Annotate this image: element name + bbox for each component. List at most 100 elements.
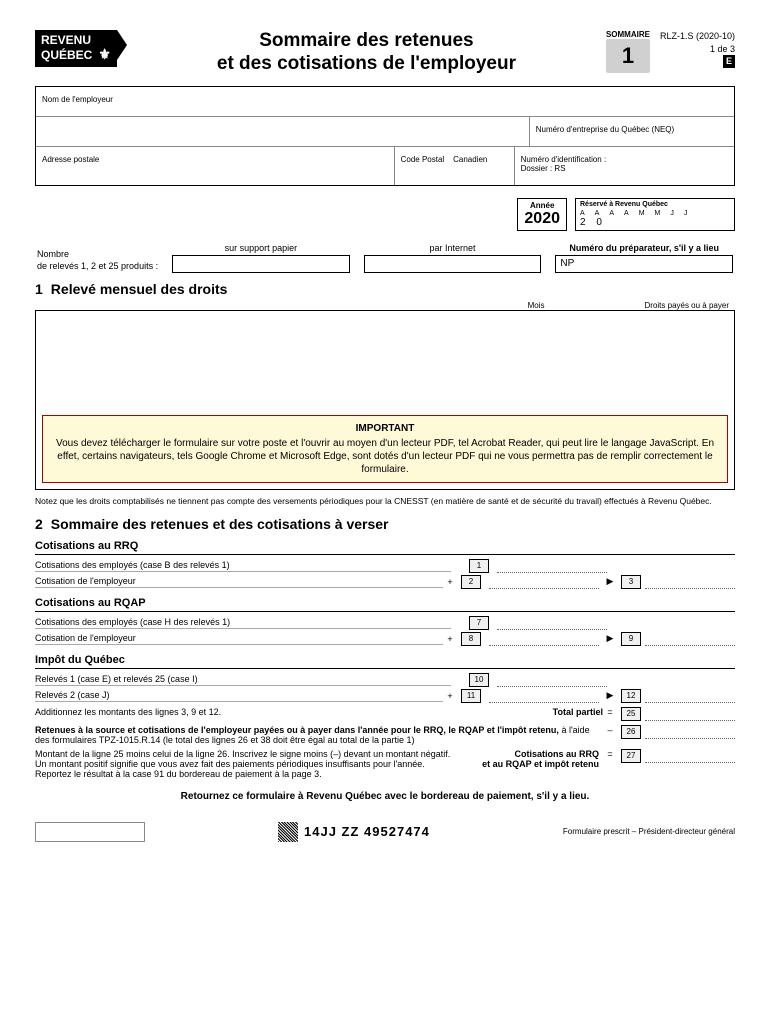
col-paid-label: Droits payés ou à payer: [645, 301, 730, 310]
line-7-desc: Cotisations des employés (case H des rel…: [35, 617, 451, 629]
line-12-box: 12: [621, 689, 641, 703]
section-1-heading: 1Relevé mensuel des droits: [35, 281, 735, 297]
preparer-group: Numéro du préparateur, s'il y a lieu NP: [555, 243, 733, 273]
internet-caption: par Internet: [364, 243, 542, 253]
reserved-cell: Réservé à Revenu Québec A A A A M M J J …: [575, 198, 735, 231]
releve-counts-row: Nombre de relevés 1, 2 et 25 produits : …: [35, 243, 735, 273]
important-text: Vous devez télécharger le formulaire sur…: [53, 437, 717, 476]
neq-label: Numéro d'entreprise du Québec (NEQ): [536, 125, 674, 134]
section-1-note: Notez que les droits comptabilisés ne ti…: [35, 496, 735, 506]
line-1-amount[interactable]: [497, 559, 607, 573]
section-2-number: 2: [35, 516, 43, 532]
line-27-amount[interactable]: [645, 749, 735, 763]
postal-label: Code Postal: [401, 155, 445, 164]
id-cell[interactable]: Numéro d'identification : Dossier : RS: [515, 147, 734, 185]
postal-cell[interactable]: Code Postal Canadien: [395, 147, 515, 185]
year-label: Année: [524, 201, 560, 210]
line-9-amount[interactable]: [645, 632, 735, 646]
return-instruction: Retournez ce formulaire à Revenu Québec …: [35, 791, 735, 802]
section-1-number: 1: [35, 281, 43, 297]
line-8-row: Cotisation de l'employeur + 8 ▶ 9: [35, 632, 735, 646]
line-3-amount[interactable]: [645, 575, 735, 589]
line-add-desc: Additionnez les montants des lignes 3, 9…: [35, 707, 221, 717]
sommaire-label: SOMMAIRE: [606, 30, 650, 39]
important-notice: IMPORTANT Vous devez télécharger le form…: [42, 415, 728, 483]
fleur-de-lys-icon: ⚜: [98, 47, 111, 62]
important-title: IMPORTANT: [53, 422, 717, 435]
line-2-row: Cotisation de l'employeur + 2 ▶ 3: [35, 575, 735, 589]
line-27-desc-c: Reportez le résultat à la case 91 du bor…: [35, 769, 322, 779]
rrq-heading: Cotisations au RRQ: [35, 540, 735, 555]
arrow-icon: ▶: [603, 576, 617, 587]
rqap-heading: Cotisations au RQAP: [35, 597, 735, 612]
line-27-box: 27: [621, 749, 641, 763]
address-label: Adresse postale: [42, 155, 99, 164]
internet-count-group: par Internet: [364, 243, 542, 273]
line-10-desc: Relevés 1 (case E) et relevés 25 (case I…: [35, 674, 451, 686]
employer-info-box: Nom de l'employeur Numéro d'entreprise d…: [35, 86, 735, 186]
line-2-amount[interactable]: [489, 575, 599, 589]
line-25-amount[interactable]: [645, 707, 735, 721]
line-11-desc: Relevés 2 (case J): [35, 690, 443, 702]
impot-heading: Impôt du Québec: [35, 654, 735, 669]
line-7-amount[interactable]: [497, 616, 607, 630]
line-27-desc-a: Montant de la ligne 25 moins celui de la…: [35, 749, 450, 759]
canadian-label: Canadien: [453, 155, 487, 164]
line-7-row: Cotisations des employés (case H des rel…: [35, 616, 735, 630]
arrow-icon: ▶: [603, 633, 617, 644]
logo-text-line2: QUÉBEC: [41, 48, 92, 62]
arrow-icon: ▶: [603, 690, 617, 701]
counts-label: Nombre de relevés 1, 2 et 25 produits :: [37, 249, 158, 272]
line-3-box: 3: [621, 575, 641, 589]
line-12-amount[interactable]: [645, 689, 735, 703]
form-code: RLZ-1.S (2020-10): [660, 30, 735, 43]
logo-block: REVENU QUÉBEC⚜: [35, 30, 117, 67]
form-title: Sommaire des retenues et des cotisations…: [137, 30, 596, 76]
line-11-amount[interactable]: [489, 689, 599, 703]
id-label: Numéro d'identification :: [521, 155, 607, 164]
line-26-amount[interactable]: [645, 725, 735, 739]
section-1-column-labels: Mois Droits payés ou à payer: [35, 301, 735, 310]
line-10-amount[interactable]: [497, 673, 607, 687]
line-2-desc: Cotisation de l'employeur: [35, 576, 443, 588]
year-value: 2020: [524, 210, 560, 228]
neq-field[interactable]: Numéro d'entreprise du Québec (NEQ): [530, 117, 734, 146]
line-25-row: Additionnez les montants des lignes 3, 9…: [35, 707, 735, 721]
line-26-box: 26: [621, 725, 641, 739]
paper-count-input[interactable]: [172, 255, 350, 273]
barcode-icon: [278, 822, 298, 842]
line-9-box: 9: [621, 632, 641, 646]
line-8-box: 8: [461, 632, 481, 646]
e-mark: E: [723, 55, 735, 68]
address-field[interactable]: Adresse postale: [36, 147, 395, 185]
total-partiel-label: Total partiel: [553, 707, 603, 717]
year-row: Année 2020 Réservé à Revenu Québec A A A…: [35, 194, 735, 235]
section-2-title: Sommaire des retenues et des cotisations…: [51, 516, 389, 532]
line-10-row: Relevés 1 (case E) et relevés 25 (case I…: [35, 673, 735, 687]
internet-count-input[interactable]: [364, 255, 542, 273]
line-8-desc: Cotisation de l'employeur: [35, 633, 443, 645]
form-header: REVENU QUÉBEC⚜ Sommaire des retenues et …: [35, 30, 735, 76]
page-ref: 1 de 3: [710, 44, 735, 54]
footer-left-box: [35, 822, 145, 842]
title-line2: et des cotisations de l'employeur: [217, 53, 516, 74]
line-26-row: Retenues à la source et cotisations de l…: [35, 725, 735, 745]
line-27-row: Montant de la ligne 25 moins celui de la…: [35, 749, 735, 779]
line-8-amount[interactable]: [489, 632, 599, 646]
preparer-input[interactable]: NP: [555, 255, 733, 273]
employer-name-continued: [36, 117, 530, 146]
line-27-right1: Cotisations au RRQ: [514, 749, 599, 759]
line-7-box: 7: [469, 616, 489, 630]
prescribed-text: Formulaire prescrit – Président-directeu…: [563, 827, 735, 836]
employer-name-label: Nom de l'employeur: [42, 95, 113, 104]
monthly-rights-box: IMPORTANT Vous devez télécharger le form…: [35, 310, 735, 490]
revenu-quebec-logo: REVENU QUÉBEC⚜: [35, 30, 117, 67]
form-page: REVENU QUÉBEC⚜ Sommaire des retenues et …: [0, 0, 770, 872]
barcode-text: 14JJ ZZ 49527474: [304, 824, 430, 839]
reserved-label: Réservé à Revenu Québec: [580, 201, 730, 208]
section-2-heading: 2 Sommaire des retenues et des cotisation…: [35, 516, 735, 532]
line-1-desc: Cotisations des employés (case B des rel…: [35, 560, 451, 572]
line-10-box: 10: [469, 673, 489, 687]
paper-count-group: sur support papier: [172, 243, 350, 273]
employer-name-field[interactable]: Nom de l'employeur: [36, 87, 734, 116]
